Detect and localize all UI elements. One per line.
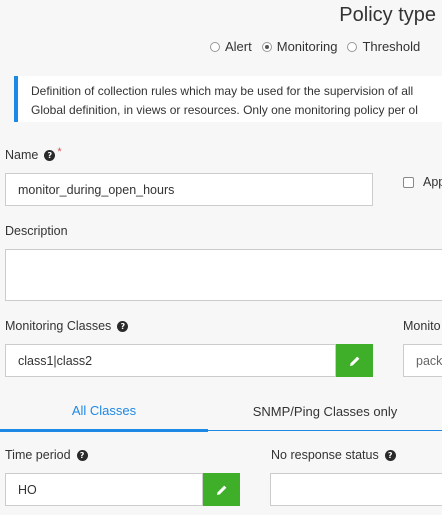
required-marker: * <box>57 146 62 158</box>
description-label: Description <box>5 224 68 238</box>
radio-threshold-circle[interactable] <box>347 41 358 52</box>
question-circle-icon[interactable]: ? <box>44 149 56 161</box>
radio-monitoring-circle[interactable] <box>261 41 272 52</box>
name-label-row: Name ? * <box>5 146 62 162</box>
tab-snmp-ping-classes[interactable]: SNMP/Ping Classes only <box>208 404 442 419</box>
monitoring-right-input[interactable]: pack <box>403 344 442 377</box>
monitoring-classes-edit-button[interactable] <box>336 344 373 377</box>
time-period-label: Time period <box>5 448 71 462</box>
question-circle-icon[interactable]: ? <box>117 320 129 332</box>
apply-checkbox-label: App <box>423 175 442 189</box>
monitoring-classes-input[interactable]: class1|class2 <box>5 344 336 377</box>
time-period-input[interactable]: HO <box>5 473 203 506</box>
tab-all-classes[interactable]: All Classes <box>0 403 208 418</box>
no-response-status-select[interactable] <box>270 473 442 506</box>
radio-alert-label: Alert <box>225 39 252 54</box>
pencil-icon <box>216 485 226 495</box>
page-title: Policy type <box>339 4 436 26</box>
description-textarea[interactable] <box>5 249 442 301</box>
radio-monitoring[interactable]: Monitoring <box>261 39 338 54</box>
info-box: Definition of collection rules which may… <box>14 76 442 122</box>
policy-type-radio-group: Alert Monitoring Threshold <box>210 39 430 54</box>
radio-alert-circle[interactable] <box>210 41 220 52</box>
no-response-status-label-row: No response status ? <box>271 448 396 462</box>
time-period-label-row: Time period ? <box>5 448 88 462</box>
pencil-icon <box>349 356 359 366</box>
name-label: Name <box>5 148 39 162</box>
apply-checkbox[interactable] <box>403 176 414 188</box>
radio-monitoring-label: Monitoring <box>276 39 338 54</box>
name-input[interactable]: monitor_during_open_hours <box>5 173 373 206</box>
radio-alert[interactable]: Alert <box>210 39 252 54</box>
question-circle-icon[interactable]: ? <box>76 449 88 461</box>
no-response-status-label: No response status <box>271 448 379 462</box>
info-line-1: Definition of collection rules which may… <box>31 84 414 98</box>
monitoring-classes-label: Monitoring Classes <box>5 319 112 333</box>
info-line-2: Global definition, in views or resources… <box>31 103 418 117</box>
monitoring-right-label: Monito <box>403 319 441 333</box>
apply-checkbox-row[interactable]: App <box>403 175 442 189</box>
monitoring-classes-label-row: Monitoring Classes ? <box>5 319 129 333</box>
time-period-edit-button[interactable] <box>203 473 240 506</box>
radio-threshold-label: Threshold <box>362 39 421 54</box>
radio-threshold[interactable]: Threshold <box>347 39 420 54</box>
active-tab-indicator <box>0 429 208 432</box>
question-circle-icon[interactable]: ? <box>384 449 396 461</box>
